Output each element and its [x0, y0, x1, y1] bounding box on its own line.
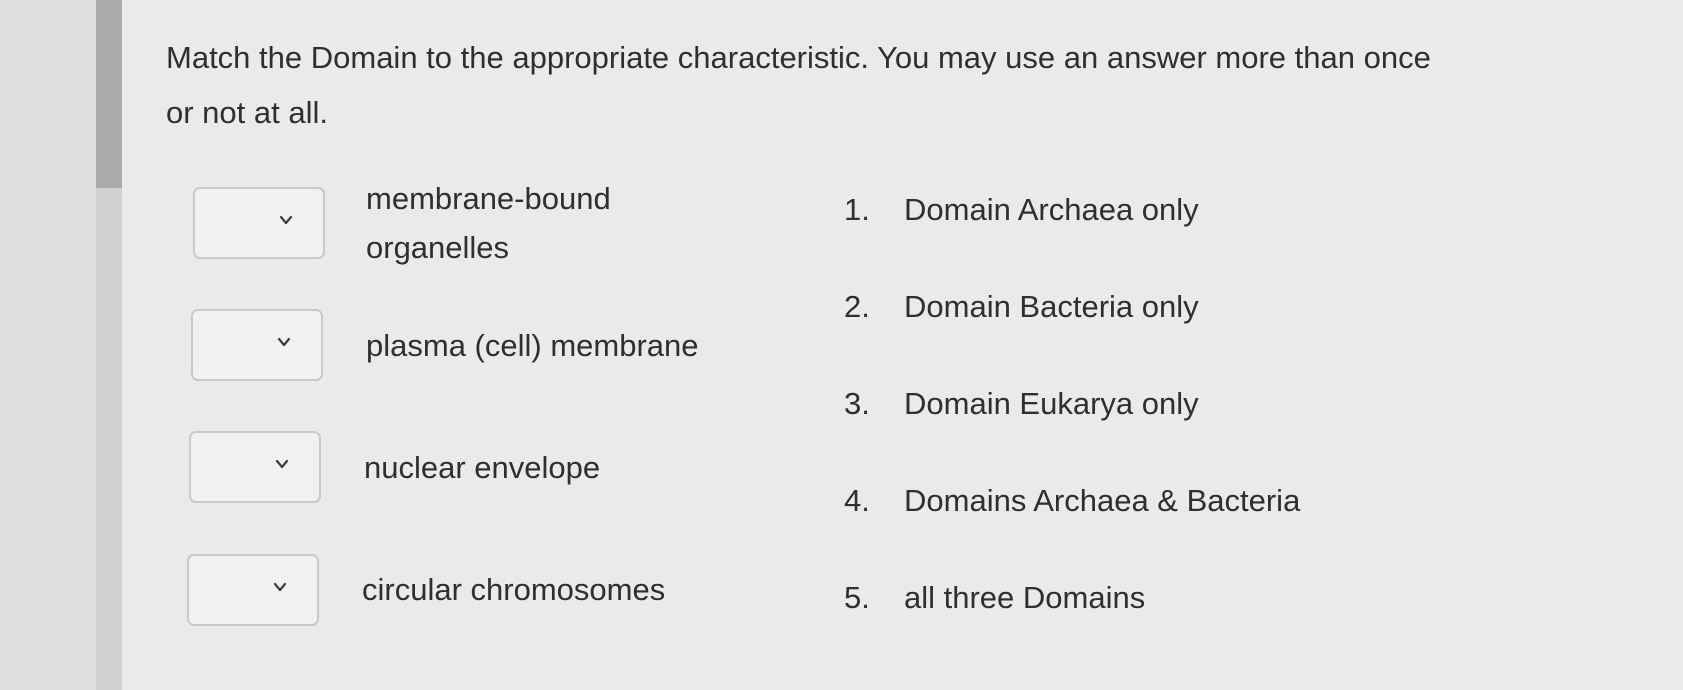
- item-label-nuclear-envelope: nuclear envelope: [364, 450, 601, 485]
- option-text: all three Domains: [904, 580, 1146, 615]
- option-item: 2. Domain Bacteria only: [844, 287, 1199, 327]
- answer-select-circular-chromosomes[interactable]: [187, 554, 319, 626]
- scrollbar-thumb[interactable]: [96, 0, 122, 188]
- item-label-circular-chromosomes: circular chromosomes: [362, 572, 666, 607]
- item-label-plasma-membrane: plasma (cell) membrane: [366, 328, 699, 363]
- chevron-down-icon: [275, 459, 289, 469]
- answer-select-plasma-membrane[interactable]: [191, 309, 323, 381]
- chevron-down-icon: [277, 337, 291, 347]
- option-number: 5.: [844, 580, 870, 615]
- option-text: Domain Archaea only: [904, 192, 1199, 227]
- option-item: 3. Domain Eukarya only: [844, 384, 1199, 424]
- option-text: Domain Bacteria only: [904, 289, 1199, 324]
- option-item: 4. Domains Archaea & Bacteria: [844, 481, 1300, 521]
- option-number: 1.: [844, 192, 870, 227]
- option-number: 3.: [844, 386, 870, 421]
- option-item: 5. all three Domains: [844, 578, 1145, 618]
- chevron-down-icon: [279, 215, 293, 225]
- chevron-down-icon: [273, 582, 287, 592]
- option-text: Domains Archaea & Bacteria: [904, 483, 1301, 518]
- question-text: Match the Domain to the appropriate char…: [166, 40, 1431, 130]
- item-label-membrane-bound-line2: organelles: [366, 230, 510, 265]
- answer-select-membrane-bound-organelles[interactable]: [193, 187, 325, 259]
- option-item: 1. Domain Archaea only: [844, 190, 1199, 230]
- option-number: 4.: [844, 483, 870, 518]
- page-margin: [0, 0, 96, 690]
- item-label-membrane-bound-line1: membrane-bound: [366, 181, 611, 216]
- option-number: 2.: [844, 289, 870, 324]
- answer-select-nuclear-envelope[interactable]: [189, 431, 321, 503]
- option-text: Domain Eukarya only: [904, 386, 1199, 421]
